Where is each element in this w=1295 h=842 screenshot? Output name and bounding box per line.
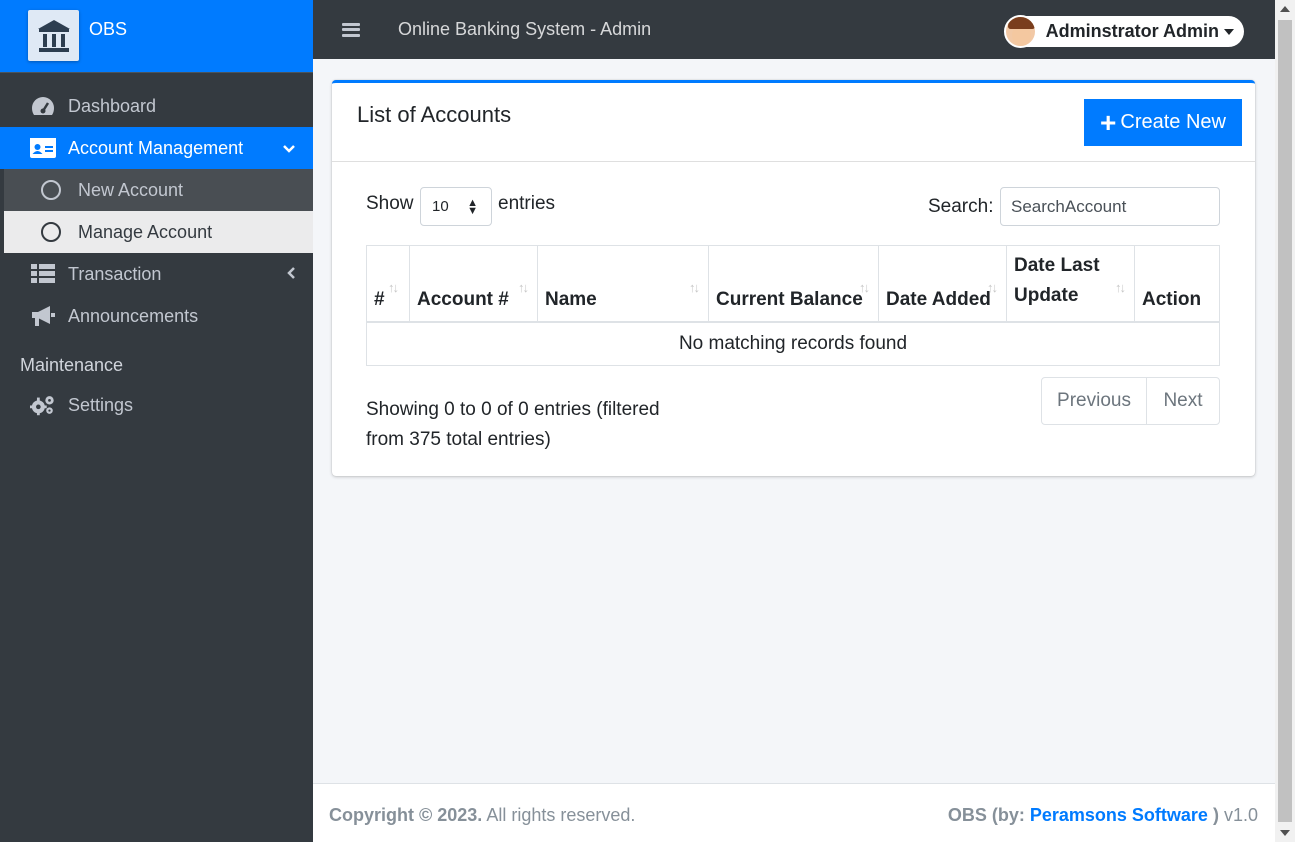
sort-icon: ↑↓ [518,280,529,295]
scroll-up-icon[interactable] [1280,6,1290,12]
search-input[interactable] [1000,187,1220,226]
cogs-icon [30,394,56,416]
sidebar-item-label: Settings [68,394,134,415]
bank-logo-icon [28,10,79,61]
user-name: Adminstrator Admin [1045,21,1219,41]
sort-icon: ↑↓ [388,280,399,295]
entries-per-page-select[interactable]: 10 ▲ ▼ [420,187,492,226]
show-label: Show [366,193,414,214]
chevron-down-icon [283,140,295,156]
scrollbar-thumb[interactable] [1278,20,1292,822]
sidebar-item-dashboard[interactable]: Dashboard [0,85,313,127]
page-scrollbar[interactable] [1275,0,1295,842]
credit-link[interactable]: Peramsons Software [1030,805,1208,825]
footer-credit: OBS (by: Peramsons Software ) v1.0 [948,805,1258,826]
entries-label: entries [498,193,556,214]
tachometer-icon [30,95,56,117]
sidebar-item-label: Account Management [68,137,244,158]
create-new-button[interactable]: + Create New [1084,99,1242,146]
sidebar-item-label: Transaction [68,263,162,284]
card-title: List of Accounts [357,102,512,127]
menu-toggle-icon[interactable] [342,22,360,37]
table-row: No matching records found [366,321,1220,366]
empty-table-message: No matching records found [366,321,1220,366]
column-header-date-last-update[interactable]: Date Last Update ↑↓ [1006,245,1135,323]
sort-icon: ↑↓ [689,280,700,295]
sidebar-section-header: Maintenance [20,355,124,375]
column-header-action: Action [1134,245,1220,323]
scroll-down-icon[interactable] [1280,830,1290,836]
sort-icon: ↑↓ [859,280,870,295]
sidebar-item-transaction[interactable]: Transaction [0,253,313,295]
sidebar-item-label: New Account [78,179,184,200]
sort-icon: ↑↓ [1115,280,1126,295]
plus-icon: + [1100,106,1117,138]
sidebar-item-settings[interactable]: Settings [0,384,313,426]
entries-select-value: 10 [432,198,449,215]
bullhorn-icon [30,305,56,327]
credit-prefix: OBS (by: [947,805,1025,825]
brand-link[interactable]: OBS [0,0,313,73]
table-header-row: # ↑↓ Account # ↑↓ Name ↑↓ Current Balance ↑↓… [366,245,1220,323]
sidebar: OBS Dashboard Account Management New Acc… [0,0,313,842]
page-title: Online Banking System - Admin [398,19,652,39]
user-menu-dropdown[interactable]: Adminstrator Admin [1003,15,1244,48]
footer: Copyright © 2023. All rights reserved. O… [313,783,1275,842]
version-text: v1.0 [1223,805,1258,825]
next-page-button[interactable]: Next [1147,378,1219,424]
circle-icon [41,222,61,242]
sidebar-maintenance-nav: Settings [0,384,313,426]
create-new-label: Create New [1120,111,1226,133]
column-header-date-added[interactable]: Date Added ↑↓ [878,245,1007,323]
sidebar-item-label: Announcements [68,305,199,326]
credit-suffix: ) [1212,805,1219,825]
copyright-text: Copyright © 2023. [329,805,483,825]
column-header-name[interactable]: Name ↑↓ [537,245,709,323]
footer-copyright: Copyright © 2023. All rights reserved. [329,805,635,826]
column-header-account-number[interactable]: Account # ↑↓ [409,245,538,323]
sidebar-item-label: Dashboard [68,95,157,116]
avatar [1003,15,1037,48]
brand-name: OBS [89,19,128,39]
table-info: Showing 0 to 0 of 0 entries (filtered fr… [366,399,660,450]
accounts-card: List of Accounts + Create New Show 10 ▲ ▼… [332,80,1255,476]
caret-down-icon [1224,28,1234,35]
topbar: Online Banking System - Admin Adminstrat… [313,0,1275,59]
sidebar-item-new-account[interactable]: New Account [4,169,313,211]
chevron-left-icon [287,266,295,282]
search-label: Search: [928,196,994,217]
sort-arrows-icon: ▲ ▼ [467,197,478,217]
pagination: Previous Next [1041,377,1220,425]
id-card-icon [30,137,56,159]
sidebar-item-manage-account[interactable]: Manage Account [4,211,313,253]
circle-icon [41,180,61,200]
sidebar-item-announcements[interactable]: Announcements [0,295,313,337]
sort-icon: ↑↓ [987,280,998,295]
rights-text: All rights reserved. [486,805,636,825]
table-icon [30,263,56,285]
column-header-current-balance[interactable]: Current Balance ↑↓ [708,245,879,323]
sidebar-nav: Dashboard Account Management New Account… [0,73,313,337]
sidebar-item-label: Manage Account [78,221,213,242]
card-header: List of Accounts + Create New [332,83,1255,162]
sidebar-item-account-management[interactable]: Account Management [0,127,313,169]
accounts-table: # ↑↓ Account # ↑↓ Name ↑↓ Current Balance ↑↓… [366,245,1220,366]
column-header-index[interactable]: # ↑↓ [366,245,410,323]
previous-page-button[interactable]: Previous [1042,378,1147,424]
